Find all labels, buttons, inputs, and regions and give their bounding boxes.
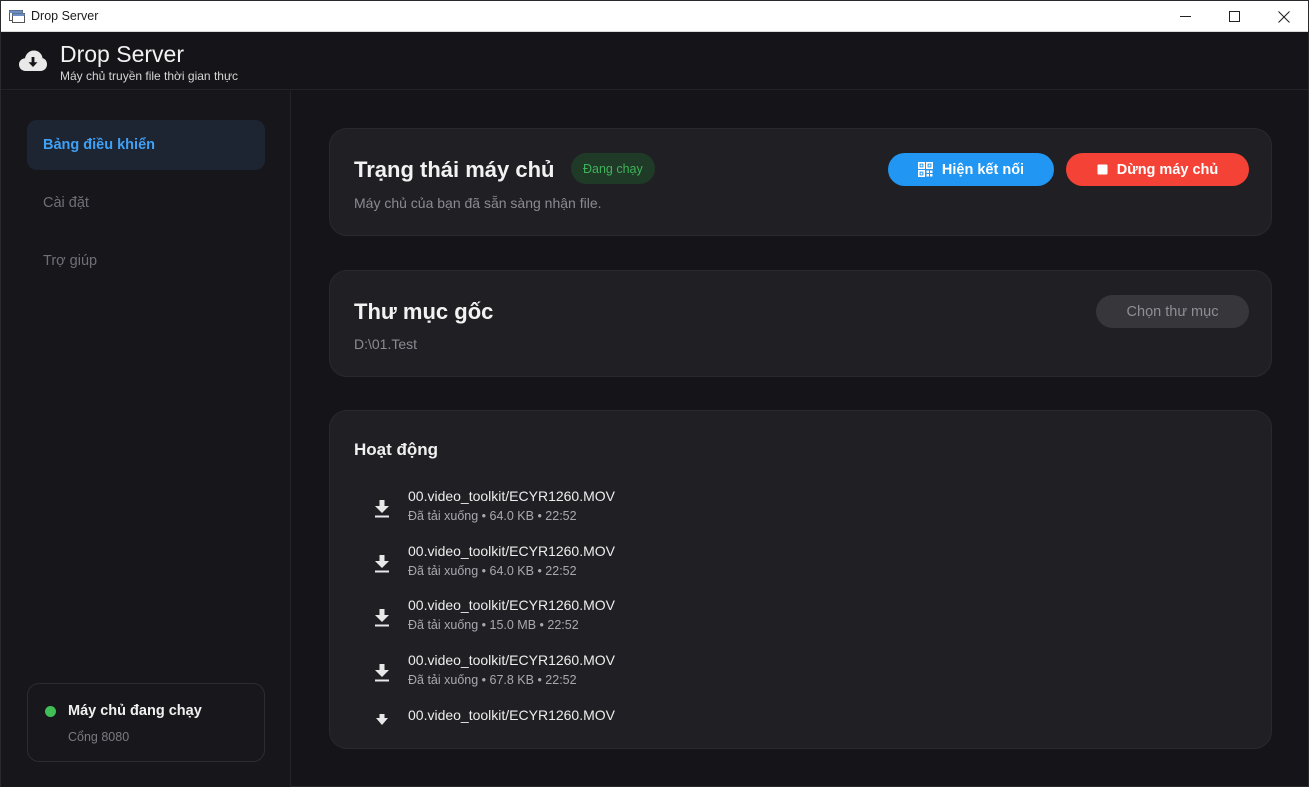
activity-title: Hoạt động	[354, 440, 439, 459]
sidebar-item-dashboard[interactable]: Bảng điều khiển	[27, 120, 265, 170]
server-port: Cổng 8080	[68, 730, 130, 744]
stop-icon	[1097, 164, 1108, 175]
download-icon	[374, 713, 390, 731]
minimize-icon	[1180, 16, 1191, 17]
sidebar-item-label: Cài đặt	[43, 195, 89, 211]
server-status-title: Trạng thái máy chủ	[354, 157, 555, 182]
close-button[interactable]	[1259, 1, 1308, 32]
activity-file-meta: Đã tải xuống • 64.0 KB • 22:52	[408, 509, 577, 523]
status-dot-icon	[45, 706, 56, 717]
list-item: 00.video_toolkit/ECYR1260.MOV Đã tải xuố…	[370, 543, 1230, 589]
status-badge: Đang chạy	[571, 153, 655, 184]
app-title: Drop Server	[60, 41, 184, 67]
list-item: 00.video_toolkit/ECYR1260.MOV Đã tải xuố…	[370, 597, 1230, 643]
list-item: 00.video_toolkit/ECYR1260.MOV	[370, 707, 1230, 737]
app-window: Drop Server Drop Server Máy chủ truyền f…	[0, 0, 1309, 787]
choose-folder-button[interactable]: Chọn thư mục	[1096, 295, 1249, 328]
list-item: 00.video_toolkit/ECYR1260.MOV Đã tải xuố…	[370, 652, 1230, 698]
activity-file-meta: Đã tải xuống • 67.8 KB • 22:52	[408, 673, 577, 687]
qr-code-icon	[917, 162, 933, 177]
server-status-description: Máy chủ của bạn đã sẵn sàng nhận file.	[354, 195, 602, 211]
app-header: Drop Server Máy chủ truyền file thời gia…	[1, 32, 1308, 90]
sidebar-item-label: Bảng điều khiển	[43, 137, 155, 153]
window-title: Drop Server	[31, 9, 99, 23]
show-connection-label: Hiện kết nối	[941, 161, 1025, 178]
show-connection-button[interactable]: Hiện kết nối	[888, 153, 1054, 186]
list-item: 00.video_toolkit/ECYR1260.MOV Đã tải xuố…	[370, 488, 1230, 534]
activity-file-meta: Đã tải xuống • 15.0 MB • 22:52	[408, 618, 579, 632]
cloud-download-icon	[18, 49, 48, 73]
title-bar: Drop Server	[1, 1, 1308, 32]
download-icon	[374, 609, 390, 627]
activity-file-name: 00.video_toolkit/ECYR1260.MOV	[408, 707, 615, 723]
server-status-text: Máy chủ đang chạy	[68, 703, 202, 719]
maximize-icon	[1229, 11, 1240, 22]
sidebar-item-settings[interactable]: Cài đặt	[27, 178, 265, 228]
close-icon	[1277, 10, 1290, 23]
download-icon	[374, 500, 390, 518]
root-folder-path: D:\01.Test	[354, 336, 418, 352]
activity-file-name: 00.video_toolkit/ECYR1260.MOV	[408, 543, 615, 559]
server-status-card: Máy chủ đang chạy Cổng 8080	[27, 683, 265, 762]
minimize-button[interactable]	[1161, 1, 1210, 32]
choose-folder-label: Chọn thư mục	[1126, 303, 1219, 320]
root-folder-title: Thư mục gốc	[354, 299, 494, 324]
download-icon	[374, 664, 390, 682]
server-status-panel: Trạng thái máy chủ Đang chạy Máy chủ của…	[329, 128, 1272, 236]
activity-file-meta: Đã tải xuống • 64.0 KB • 22:52	[408, 564, 577, 578]
download-icon	[374, 555, 390, 573]
stop-server-label: Dừng máy chủ	[1116, 161, 1219, 178]
app-window-icon	[9, 9, 25, 23]
app-subtitle: Máy chủ truyền file thời gian thực	[60, 69, 238, 83]
sidebar-item-help[interactable]: Trợ giúp	[27, 236, 265, 286]
stop-server-button[interactable]: Dừng máy chủ	[1066, 153, 1249, 186]
activity-file-name: 00.video_toolkit/ECYR1260.MOV	[408, 488, 615, 504]
sidebar: Bảng điều khiển Cài đặt Trợ giúp Máy chủ…	[1, 91, 291, 787]
maximize-button[interactable]	[1210, 1, 1259, 32]
activity-file-name: 00.video_toolkit/ECYR1260.MOV	[408, 652, 615, 668]
sidebar-item-label: Trợ giúp	[43, 253, 98, 269]
activity-panel: Hoạt động 00.video_toolkit/ECYR1260.MOV …	[329, 410, 1272, 749]
activity-file-name: 00.video_toolkit/ECYR1260.MOV	[408, 597, 615, 613]
root-folder-panel: Thư mục gốc D:\01.Test Chọn thư mục	[329, 270, 1272, 377]
